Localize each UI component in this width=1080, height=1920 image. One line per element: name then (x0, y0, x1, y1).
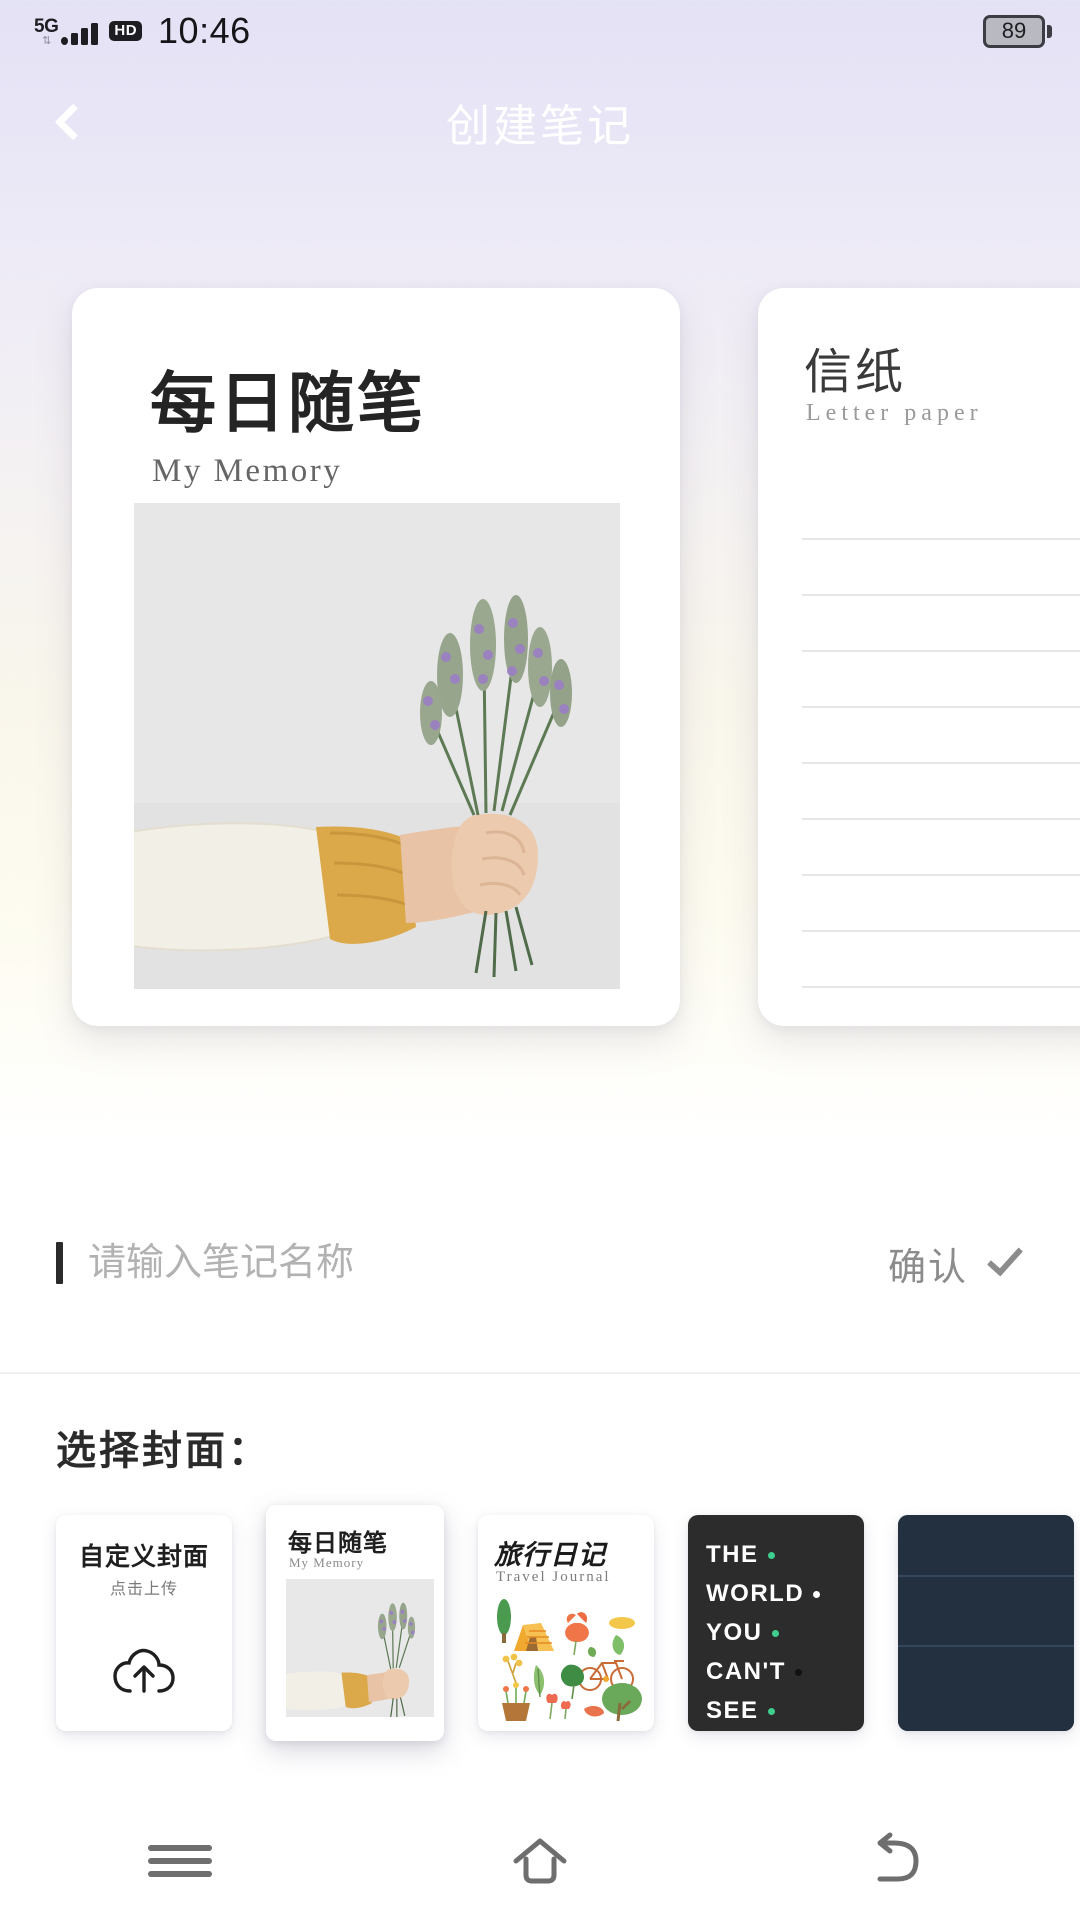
cloud-upload-icon (113, 1647, 175, 1700)
page-title: 创建笔记 (446, 102, 634, 151)
cover-photo-lavender (134, 503, 620, 989)
cover-option-subtitle: My Memory (289, 1555, 365, 1570)
cover-subtitle: My Memory (152, 453, 343, 489)
cover-option-dark-world[interactable]: THE WORLD YOU CAN'T SEE (688, 1515, 864, 1731)
cover-option-subtitle: 点击上传 (109, 1581, 178, 1598)
chevron-left-icon (54, 103, 92, 141)
network-type: 5G ⇅ (34, 16, 59, 47)
status-bar-left: 5G ⇅ HD 10:46 (34, 13, 251, 49)
ruled-lines (802, 484, 1080, 1026)
dark-cover-word: YOU (706, 1619, 763, 1646)
dark-cover-line: CAN'T (706, 1658, 820, 1686)
cover-preview-my-memory[interactable]: 每日随笔 My Memory (72, 288, 680, 1026)
dark-cover-word: WORLD (706, 1580, 805, 1607)
status-clock: 10:46 (158, 10, 251, 51)
note-name-row: 确认 (0, 1218, 1080, 1308)
dark-cover-line: THE (706, 1541, 820, 1569)
accent-dot-icon (771, 1629, 779, 1637)
navy-cover-art (898, 1515, 1074, 1731)
travel-illustration (486, 1591, 646, 1723)
recents-button[interactable] (110, 1816, 250, 1906)
menu-icon (148, 1838, 212, 1884)
data-arrows-icon: ⇅ (42, 35, 51, 47)
cover-thumbnail-strip[interactable]: 自定义封面 点击上传 每日随笔 My Memory 旅行日记 Travel Jo… (0, 1498, 1080, 1748)
dark-cover-word: CAN'T (706, 1658, 786, 1685)
dark-cover-line: WORLD (706, 1580, 821, 1608)
cover-title: 信纸 (804, 346, 907, 399)
cover-option-travel-journal[interactable]: 旅行日记 Travel Journal (478, 1515, 654, 1731)
cover-carousel[interactable]: 每日随笔 My Memory 信纸 Letter paper (0, 288, 1080, 1048)
dark-cover-word: SEE (706, 1697, 759, 1724)
cover-option-title: 自定义封面 (78, 1544, 209, 1571)
accent-dot-icon (767, 1707, 775, 1715)
accent-dot-icon (767, 1551, 775, 1559)
divider (0, 1372, 1080, 1374)
status-bar: 5G ⇅ HD 10:46 89 (0, 0, 1080, 62)
back-nav-button[interactable] (830, 1816, 970, 1906)
check-icon (986, 1239, 1024, 1277)
battery-indicator: 89 (983, 14, 1052, 48)
note-name-input[interactable] (88, 1241, 648, 1285)
network-type-label: 5G (34, 16, 59, 37)
confirm-label: 确认 (887, 1246, 968, 1289)
cover-preview-letter-paper[interactable]: 信纸 Letter paper (758, 288, 1080, 1026)
back-button[interactable] (30, 79, 116, 165)
cover-option-custom[interactable]: 自定义封面 点击上传 (56, 1515, 232, 1731)
signal-indicator: 5G ⇅ (34, 16, 99, 47)
dark-cover-word: THE (706, 1541, 759, 1568)
dark-cover-line: SEE (706, 1697, 820, 1725)
signal-bars-icon (61, 21, 99, 45)
app-bar: 创建笔记 (0, 62, 1080, 182)
dark-cover-line: YOU (706, 1619, 820, 1647)
cover-title: 每日随笔 (150, 368, 426, 441)
back-arrow-icon (877, 1832, 919, 1882)
battery-level-label: 89 (1001, 18, 1027, 43)
confirm-button[interactable]: 确认 (887, 1218, 1024, 1308)
battery-cap-icon (1047, 24, 1052, 38)
cover-option-title: 旅行日记 (494, 1540, 606, 1570)
home-icon (513, 1838, 567, 1884)
text-cursor-icon (56, 1242, 63, 1284)
hd-badge-icon: HD (109, 20, 143, 41)
accent-dot-icon (794, 1668, 802, 1676)
cover-option-title: 每日随笔 (288, 1531, 388, 1557)
system-nav-bar (0, 1802, 1080, 1920)
cover-option-navy[interactable] (898, 1515, 1074, 1731)
dark-cover-text: THE WORLD YOU CAN'T SEE (706, 1541, 821, 1725)
cover-option-subtitle: Travel Journal (496, 1569, 611, 1585)
accent-dot-icon (813, 1590, 821, 1598)
cover-option-photo (286, 1579, 434, 1717)
cover-subtitle: Letter paper (806, 400, 983, 426)
home-button[interactable] (470, 1816, 610, 1906)
cover-section-label: 选择封面： (56, 1429, 271, 1473)
battery-icon: 89 (983, 14, 1045, 48)
cover-option-my-memory[interactable]: 每日随笔 My Memory (266, 1505, 444, 1741)
